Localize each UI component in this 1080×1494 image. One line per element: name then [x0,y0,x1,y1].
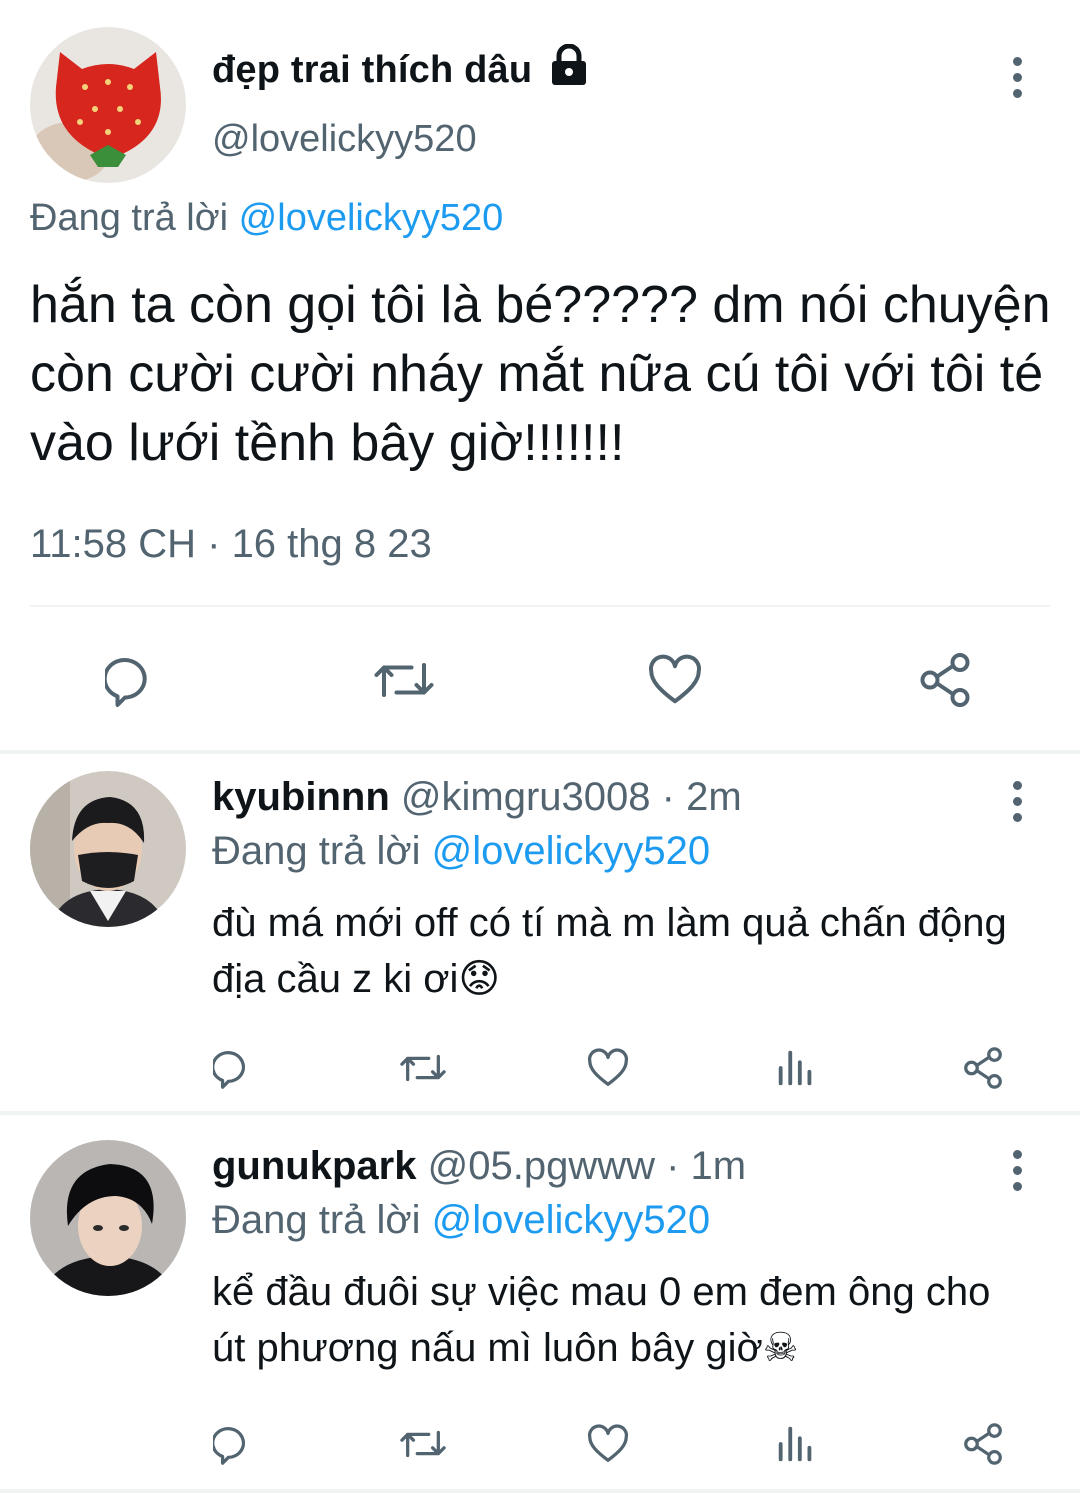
replying-handle-link[interactable]: @lovelickyy520 [432,1198,711,1242]
replying-handle-link[interactable]: @lovelickyy520 [239,197,504,239]
retweet-icon[interactable] [398,1045,448,1091]
retweet-icon[interactable] [371,650,437,710]
section-separator [0,1489,1080,1493]
main-replying-to: Đang trả lời @lovelickyy520 [30,197,503,240]
reply-handle[interactable]: @05.pgwww [428,1144,655,1188]
lock-icon [547,44,591,86]
reply-more-icon[interactable] [1007,1150,1027,1198]
reply-display-name[interactable]: gunukpark [212,1144,416,1188]
section-separator [0,1111,1080,1115]
like-icon[interactable] [585,1421,631,1467]
reply-icon[interactable] [213,1045,259,1091]
share-icon[interactable] [915,650,975,710]
main-more-icon[interactable] [1007,57,1027,105]
reply-text: đù má mới off có tí mà m làm quả chấn độ… [212,895,1032,1007]
main-display-name-text: đẹp trai thích dâu [212,49,533,91]
reply-display-name[interactable]: kyubinnn [212,775,390,819]
like-icon[interactable] [645,650,705,710]
reply-replying-to: Đang trả lời @lovelickyy520 [212,1198,710,1243]
reply-icon[interactable] [213,1421,259,1467]
replying-handle-link[interactable]: @lovelickyy520 [432,829,711,873]
share-icon[interactable] [960,1045,1006,1091]
analytics-icon[interactable] [773,1045,819,1091]
main-tweet-text: hắn ta còn gọi tôi là bé????? dm nói chu… [30,276,1051,472]
worried-face-emoji: 😟 [458,957,501,1001]
reply-time[interactable]: · 1m [666,1144,746,1188]
share-icon[interactable] [960,1421,1006,1467]
skull-crossbones-emoji: ☠ [762,1326,799,1370]
replying-prefix: Đang trả lời [212,829,421,873]
reply-header: gunukpark @05.pgwww · 1m [212,1144,746,1189]
main-divider [30,605,1050,607]
retweet-icon[interactable] [398,1421,448,1467]
main-handle[interactable]: @lovelickyy520 [212,118,477,161]
reply-text-body: đù má mới off có tí mà m làm quả chấn độ… [212,901,1007,1001]
analytics-icon[interactable] [773,1421,819,1467]
replying-prefix: Đang trả lời [212,1198,421,1242]
main-display-name[interactable]: đẹp trai thích dâu [212,44,591,92]
reply-replying-to: Đang trả lời @lovelickyy520 [212,829,710,874]
reply-avatar[interactable] [30,1140,186,1296]
main-avatar[interactable] [30,27,186,183]
reply-handle[interactable]: @kimgru3008 [401,775,651,819]
section-separator [0,750,1080,754]
like-icon[interactable] [585,1045,631,1091]
main-timestamp[interactable]: 11:58 CH · 16 thg 8 23 [30,522,432,567]
reply-time[interactable]: · 2m [662,775,742,819]
replying-prefix: Đang trả lời [30,197,229,239]
reply-more-icon[interactable] [1007,781,1027,829]
reply-text-body: kể đầu đuôi sự việc mau 0 em đem ông cho… [212,1270,991,1370]
reply-header: kyubinnn @kimgru3008 · 2m [212,775,742,820]
reply-icon[interactable] [105,650,165,710]
reply-text: kể đầu đuôi sự việc mau 0 em đem ông cho… [212,1264,1032,1376]
reply-avatar[interactable] [30,771,186,927]
